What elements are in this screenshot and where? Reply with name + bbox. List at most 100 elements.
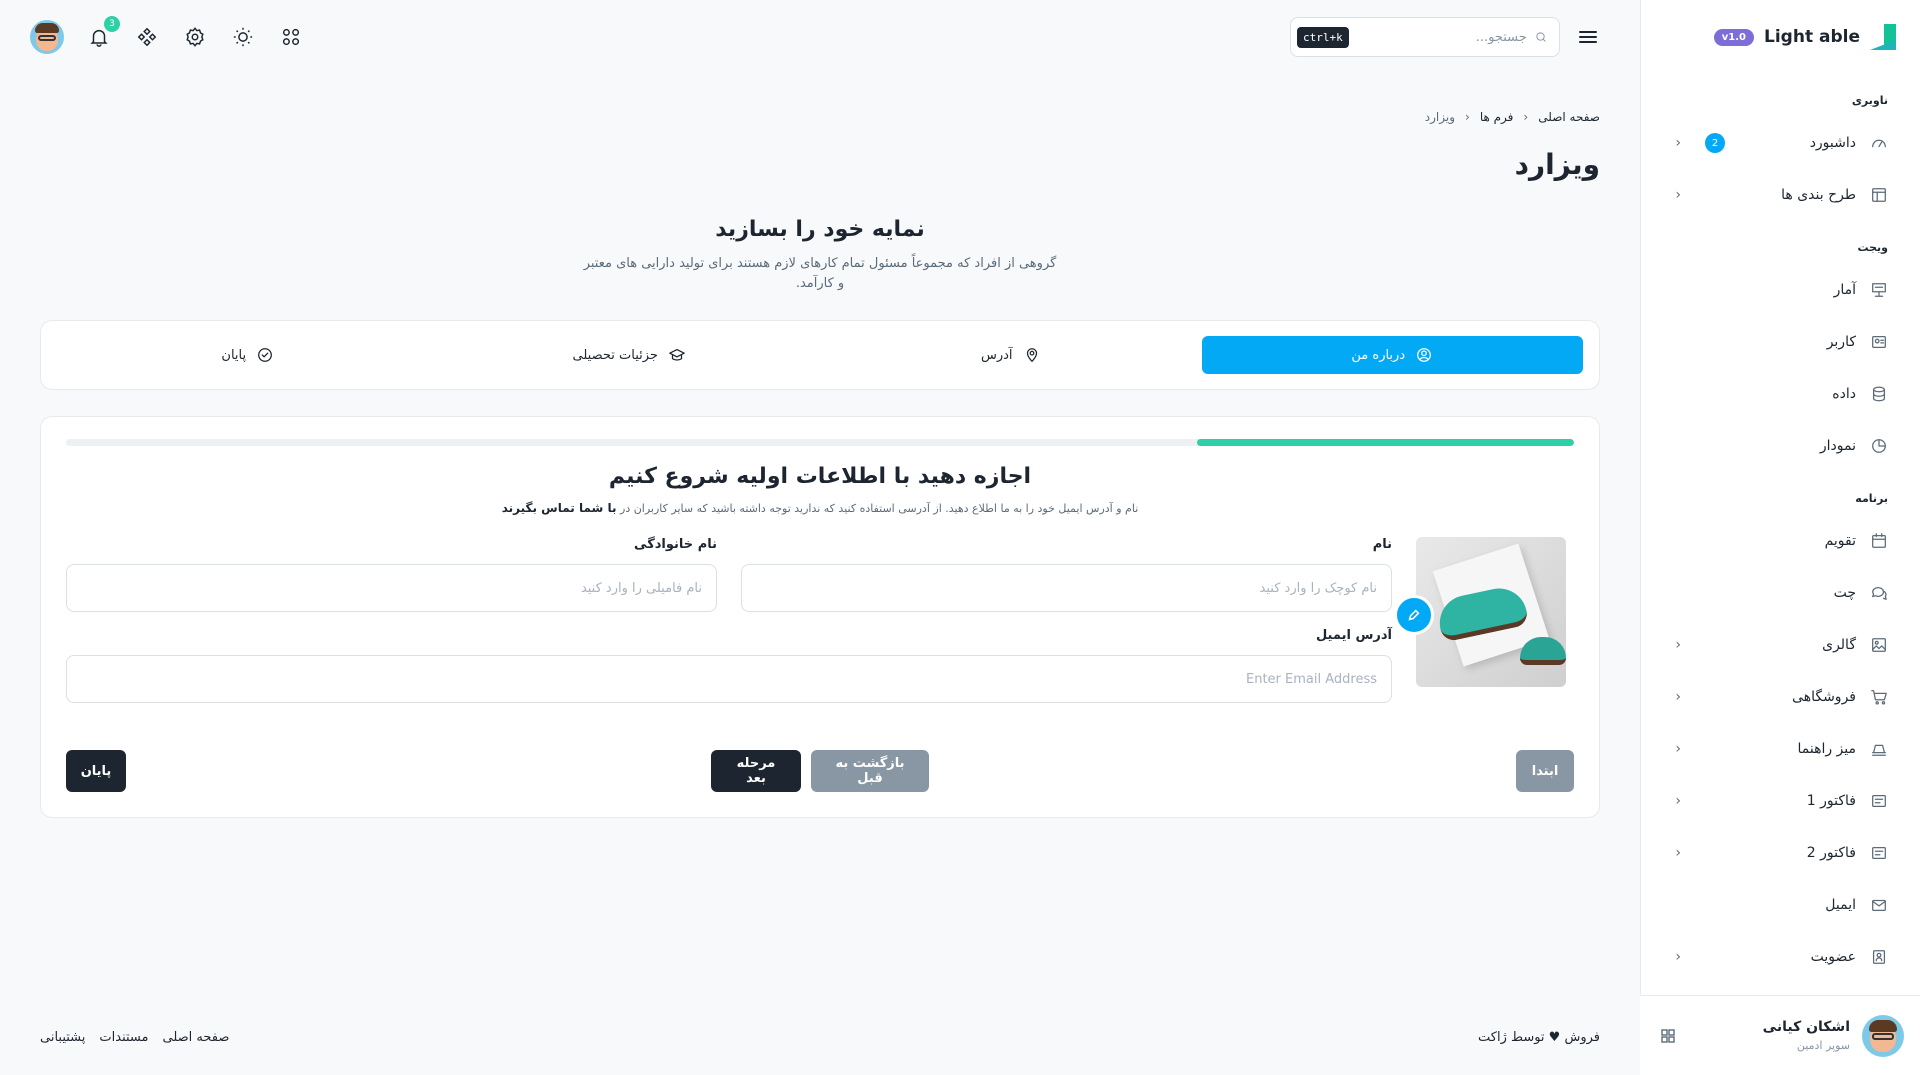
sidebar-item[interactable]: داده bbox=[1641, 368, 1920, 420]
chevron-left-icon: ‹ bbox=[1675, 637, 1681, 653]
sidebar-item[interactable]: طرح بندی ها ‹ bbox=[1641, 169, 1920, 221]
sidebar-item[interactable]: فاکتور 2 ‹ bbox=[1641, 827, 1920, 879]
wizard-step-label: درباره من bbox=[1351, 347, 1406, 363]
breadcrumb-current: ویزارد bbox=[1424, 110, 1456, 124]
version-badge: v1.0 bbox=[1713, 28, 1755, 46]
chevron-left-icon: ‹ bbox=[1675, 135, 1681, 151]
previous-step-button[interactable]: بازگشت به قبل bbox=[811, 750, 929, 792]
chevron-left-icon: ‹ bbox=[1675, 741, 1681, 757]
sidebar-item-label: گالری bbox=[1822, 637, 1856, 653]
edit-photo-button[interactable] bbox=[1394, 595, 1434, 635]
sidebar-item[interactable]: کاربر bbox=[1641, 316, 1920, 368]
header-avatar[interactable] bbox=[30, 20, 64, 54]
sidebar-item[interactable]: چت bbox=[1641, 567, 1920, 619]
breadcrumb-separator-icon: ‹ bbox=[1523, 110, 1529, 124]
components-icon[interactable] bbox=[134, 24, 160, 50]
sidebar: Light able v1.0 ناوبری داشبورد 2 ‹ طرح بندی … bbox=[1640, 0, 1920, 1075]
email-input[interactable] bbox=[66, 655, 1392, 703]
user-circle-icon bbox=[1415, 346, 1433, 364]
helpdesk-icon bbox=[1870, 740, 1888, 758]
sidebar-item-label: ایمیل bbox=[1825, 897, 1856, 913]
sidebar-item-label: فاکتور 1 bbox=[1806, 793, 1856, 809]
brand-logo-icon[interactable] bbox=[1870, 24, 1896, 50]
finish-button[interactable]: پایان bbox=[66, 750, 126, 792]
wizard-step-label: آدرس bbox=[980, 347, 1013, 363]
wizard-step-tab[interactable]: آدرس bbox=[820, 336, 1202, 374]
profile-photo bbox=[1394, 537, 1566, 687]
settings-gear-icon[interactable] bbox=[182, 24, 208, 50]
cart-icon bbox=[1870, 688, 1888, 706]
user-role: سوپر ادمین bbox=[1796, 1039, 1850, 1052]
sidebar-item-label: آمار bbox=[1833, 282, 1856, 298]
sidebar-item[interactable]: داشبورد 2 ‹ bbox=[1641, 117, 1920, 169]
sidebar-item[interactable]: آمار bbox=[1641, 264, 1920, 316]
sidebar-item-badge: 2 bbox=[1705, 133, 1725, 153]
apps-grid-icon[interactable] bbox=[278, 24, 304, 50]
search-box: ctrl+k bbox=[1290, 17, 1560, 57]
chevron-left-icon: ‹ bbox=[1675, 949, 1681, 965]
presentation-icon bbox=[1870, 281, 1888, 299]
intro-section: نمایه خود را بسازید گروهی از افراد که مج… bbox=[40, 217, 1600, 294]
footer-link-docs[interactable]: مستندات bbox=[99, 1030, 148, 1045]
user-avatar[interactable] bbox=[1862, 1014, 1904, 1057]
chevron-left-icon: ‹ bbox=[1675, 845, 1681, 861]
sidebar-item[interactable]: نمودار bbox=[1641, 420, 1920, 472]
wizard-step-label: جزئیات تحصیلی bbox=[572, 347, 658, 363]
first-name-input[interactable] bbox=[741, 564, 1392, 612]
sidebar-item[interactable]: عضویت ‹ bbox=[1641, 931, 1920, 983]
sidebar-item[interactable]: گالری ‹ bbox=[1641, 619, 1920, 671]
sidebar-user-card: اشکان کیانی سوپر ادمین bbox=[1640, 995, 1920, 1075]
chevron-left-icon: ‹ bbox=[1675, 793, 1681, 809]
form-subtext-bold: با شما تماس بگیرند bbox=[501, 501, 617, 515]
form-heading: اجازه دهید با اطلاعات اولیه شروع کنیم bbox=[608, 464, 1032, 489]
sidebar-item[interactable]: ایمیل bbox=[1641, 879, 1920, 931]
sidebar-item[interactable]: فروشگاهی ‹ bbox=[1641, 671, 1920, 723]
sidebar-item-label: داشبورد bbox=[1809, 135, 1856, 151]
wizard-steps: درباره من آدرس جزئیات تحصیلی پایان bbox=[40, 320, 1600, 390]
search-icon bbox=[1535, 28, 1547, 46]
menu-toggle-icon[interactable] bbox=[1576, 25, 1600, 49]
wizard-step-tab[interactable]: درباره من bbox=[1201, 336, 1583, 374]
breadcrumb-forms[interactable]: فرم ها bbox=[1480, 110, 1514, 124]
user-menu-icon[interactable] bbox=[1660, 1028, 1676, 1044]
invoice-icon bbox=[1870, 792, 1888, 810]
theme-sun-icon[interactable] bbox=[230, 24, 256, 50]
brand-name[interactable]: Light able bbox=[1764, 27, 1860, 47]
main-content: صفحه اصلی ‹ فرم ها ‹ ویزارد ویزارد نمایه… bbox=[40, 74, 1600, 818]
sidebar-caption: ویجت bbox=[1857, 241, 1888, 254]
footer-link-support[interactable]: پشتیبانی bbox=[40, 1030, 85, 1045]
invoice-icon bbox=[1870, 844, 1888, 862]
last-name-input[interactable] bbox=[66, 564, 717, 612]
footer-link-home[interactable]: صفحه اصلی bbox=[163, 1030, 230, 1045]
profile-image bbox=[1416, 537, 1566, 687]
sidebar-item[interactable]: فاکتور 1 ‹ bbox=[1641, 775, 1920, 827]
wizard-step-tab[interactable]: پایان bbox=[57, 336, 439, 374]
sidebar-item[interactable]: تقویم bbox=[1641, 515, 1920, 567]
wizard-step-tab[interactable]: جزئیات تحصیلی bbox=[439, 336, 821, 374]
footer-links: صفحه اصلی مستندات پشتیبانی bbox=[40, 1030, 229, 1045]
wizard-step-label: پایان bbox=[221, 347, 247, 363]
sidebar-item-label: فروشگاهی bbox=[1792, 689, 1856, 705]
notification-bell-icon[interactable]: 3 bbox=[86, 16, 120, 50]
notification-count-badge: 3 bbox=[104, 16, 120, 32]
chevron-left-icon: ‹ bbox=[1675, 689, 1681, 705]
sidebar-item[interactable]: میز راهنما ‹ bbox=[1641, 723, 1920, 775]
sidebar-item-label: چت bbox=[1833, 585, 1856, 601]
next-step-button[interactable]: مرحله بعد bbox=[711, 750, 801, 792]
pie-chart-icon bbox=[1870, 437, 1888, 455]
first-step-button[interactable]: ابتدا bbox=[1516, 750, 1574, 792]
search-input[interactable] bbox=[1356, 29, 1527, 45]
sidebar-item-label: میز راهنما bbox=[1797, 741, 1856, 757]
user-card-icon bbox=[1870, 333, 1888, 351]
wizard-form-card: اجازه دهید با اطلاعات اولیه شروع کنیم نا… bbox=[40, 416, 1600, 818]
email-label: آدرس ایمیل bbox=[1315, 628, 1392, 643]
form-subtext-text: نام و آدرس ایمیل خود را به ما اطلاع دهید… bbox=[620, 502, 1139, 515]
chat-icon bbox=[1870, 584, 1888, 602]
search-shortcut-badge: ctrl+k bbox=[1297, 26, 1349, 48]
sidebar-item-label: داده bbox=[1832, 386, 1856, 402]
sidebar-caption: ناوبری bbox=[1851, 94, 1888, 107]
breadcrumb-home[interactable]: صفحه اصلی bbox=[1538, 110, 1600, 124]
wizard-actions: ابتدا بازگشت به قبل مرحله بعد پایان bbox=[66, 750, 1574, 792]
sidebar-item-label: کاربر bbox=[1826, 334, 1856, 350]
graduation-cap-icon bbox=[668, 346, 686, 364]
